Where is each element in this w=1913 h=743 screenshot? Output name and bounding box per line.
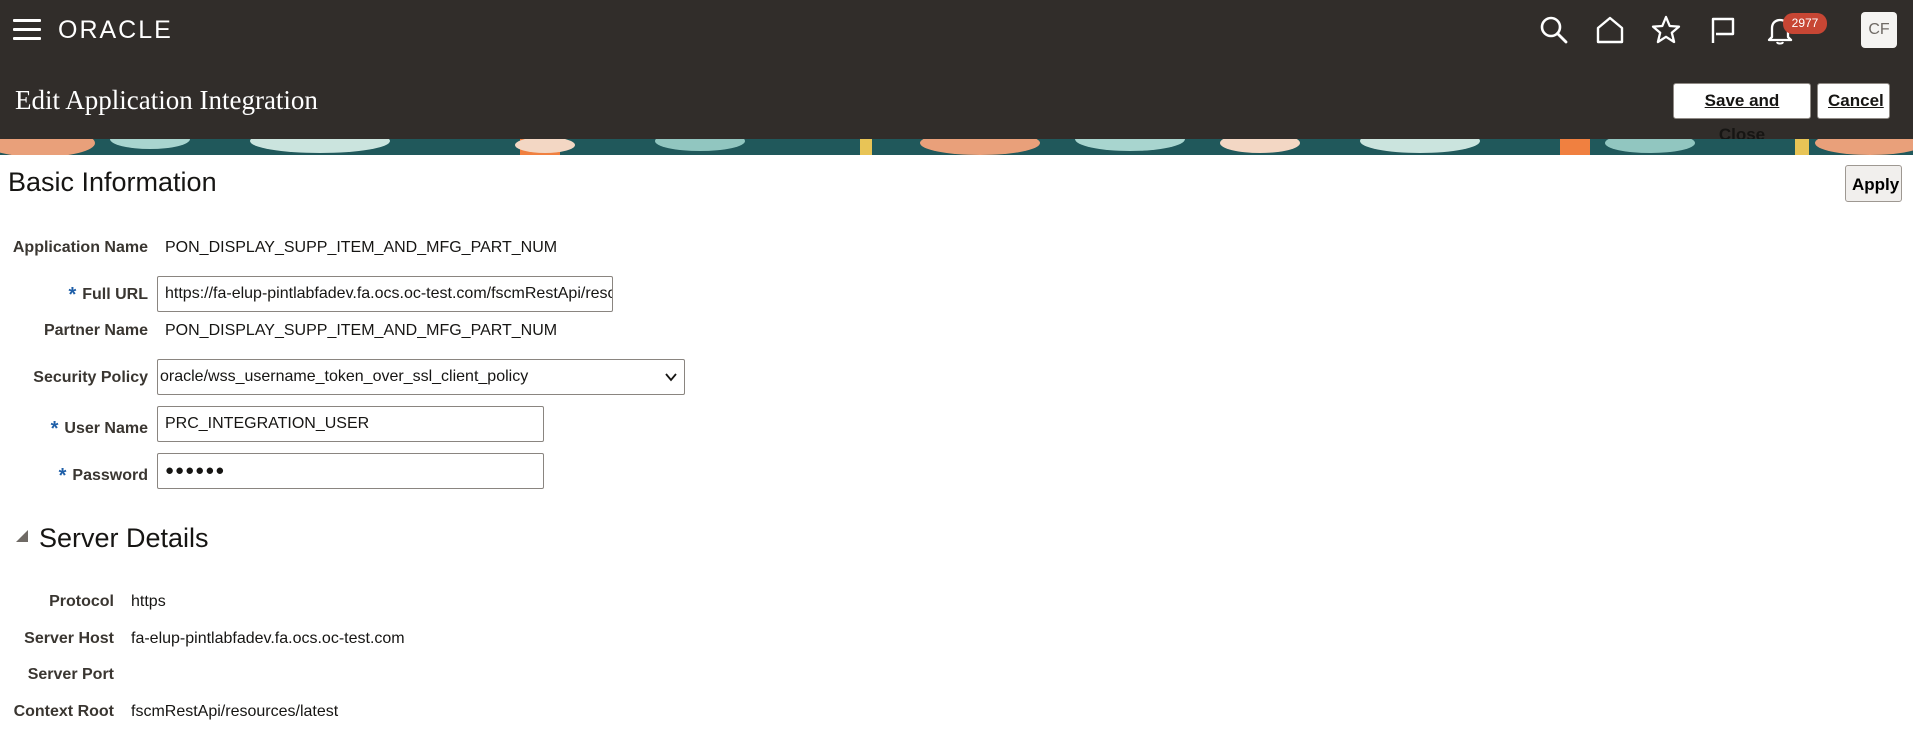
security-policy-value: oracle/wss_username_token_over_ssl_clien…: [160, 368, 529, 385]
basic-information-heading: Basic Information: [8, 167, 217, 197]
cancel-button[interactable]: Cancel: [1817, 83, 1890, 119]
oracle-logo[interactable]: ORACLE: [58, 17, 173, 43]
global-header: ORACLE 2977 CF: [0, 0, 1913, 60]
application-name-label: Application Name: [12, 239, 148, 256]
server-details-heading[interactable]: Server Details: [39, 523, 209, 554]
partner-name-value: PON_DISPLAY_SUPP_ITEM_AND_MFG_PART_NUM: [165, 322, 558, 339]
password-label-text: Password: [72, 467, 148, 484]
protocol-value: https: [131, 593, 166, 610]
menu-icon[interactable]: [13, 19, 41, 41]
server-host-value: fa-elup-pintlabfadev.fa.ocs.oc-test.com: [131, 630, 405, 647]
password-label: * Password: [0, 463, 148, 487]
star-icon[interactable]: [1650, 14, 1682, 46]
user-name-label: * User Name: [0, 416, 148, 440]
server-host-label: Server Host: [24, 630, 114, 647]
decorative-banner: [0, 139, 1913, 155]
protocol-label: Protocol: [49, 593, 114, 610]
search-icon[interactable]: [1538, 14, 1570, 46]
apply-button[interactable]: Apply: [1845, 165, 1902, 202]
save-and-close-button[interactable]: Save and Close: [1673, 83, 1811, 144]
required-indicator: *: [50, 418, 59, 440]
user-name-input[interactable]: PRC_INTEGRATION_USER: [157, 406, 544, 442]
application-name-value: PON_DISPLAY_SUPP_ITEM_AND_MFG_PART_NUM: [165, 239, 558, 256]
password-input[interactable]: ●●●●●●: [157, 453, 544, 489]
context-root-value: fscmRestApi/resources/latest: [131, 703, 339, 720]
security-policy-label: Security Policy: [33, 369, 148, 386]
page-title: Edit Application Integration: [15, 85, 318, 115]
user-avatar[interactable]: CF: [1861, 12, 1897, 48]
full-url-label-text: Full URL: [82, 286, 148, 303]
home-icon[interactable]: [1594, 14, 1626, 46]
full-url-label: * Full URL: [0, 282, 148, 306]
flag-icon[interactable]: [1707, 14, 1739, 46]
user-name-label-text: User Name: [64, 420, 148, 437]
full-url-input[interactable]: https://fa-elup-pintlabfadev.fa.ocs.oc-t…: [157, 276, 613, 312]
chevron-down-icon: [665, 373, 677, 382]
notification-badge[interactable]: 2977: [1783, 13, 1827, 34]
context-root-label: Context Root: [13, 703, 114, 720]
collapse-triangle-icon[interactable]: [15, 529, 29, 543]
required-indicator: *: [68, 284, 77, 306]
required-indicator: *: [58, 465, 67, 487]
security-policy-select[interactable]: oracle/wss_username_token_over_ssl_clien…: [157, 359, 685, 395]
partner-name-label: Partner Name: [43, 322, 148, 339]
server-port-label: Server Port: [27, 666, 114, 683]
